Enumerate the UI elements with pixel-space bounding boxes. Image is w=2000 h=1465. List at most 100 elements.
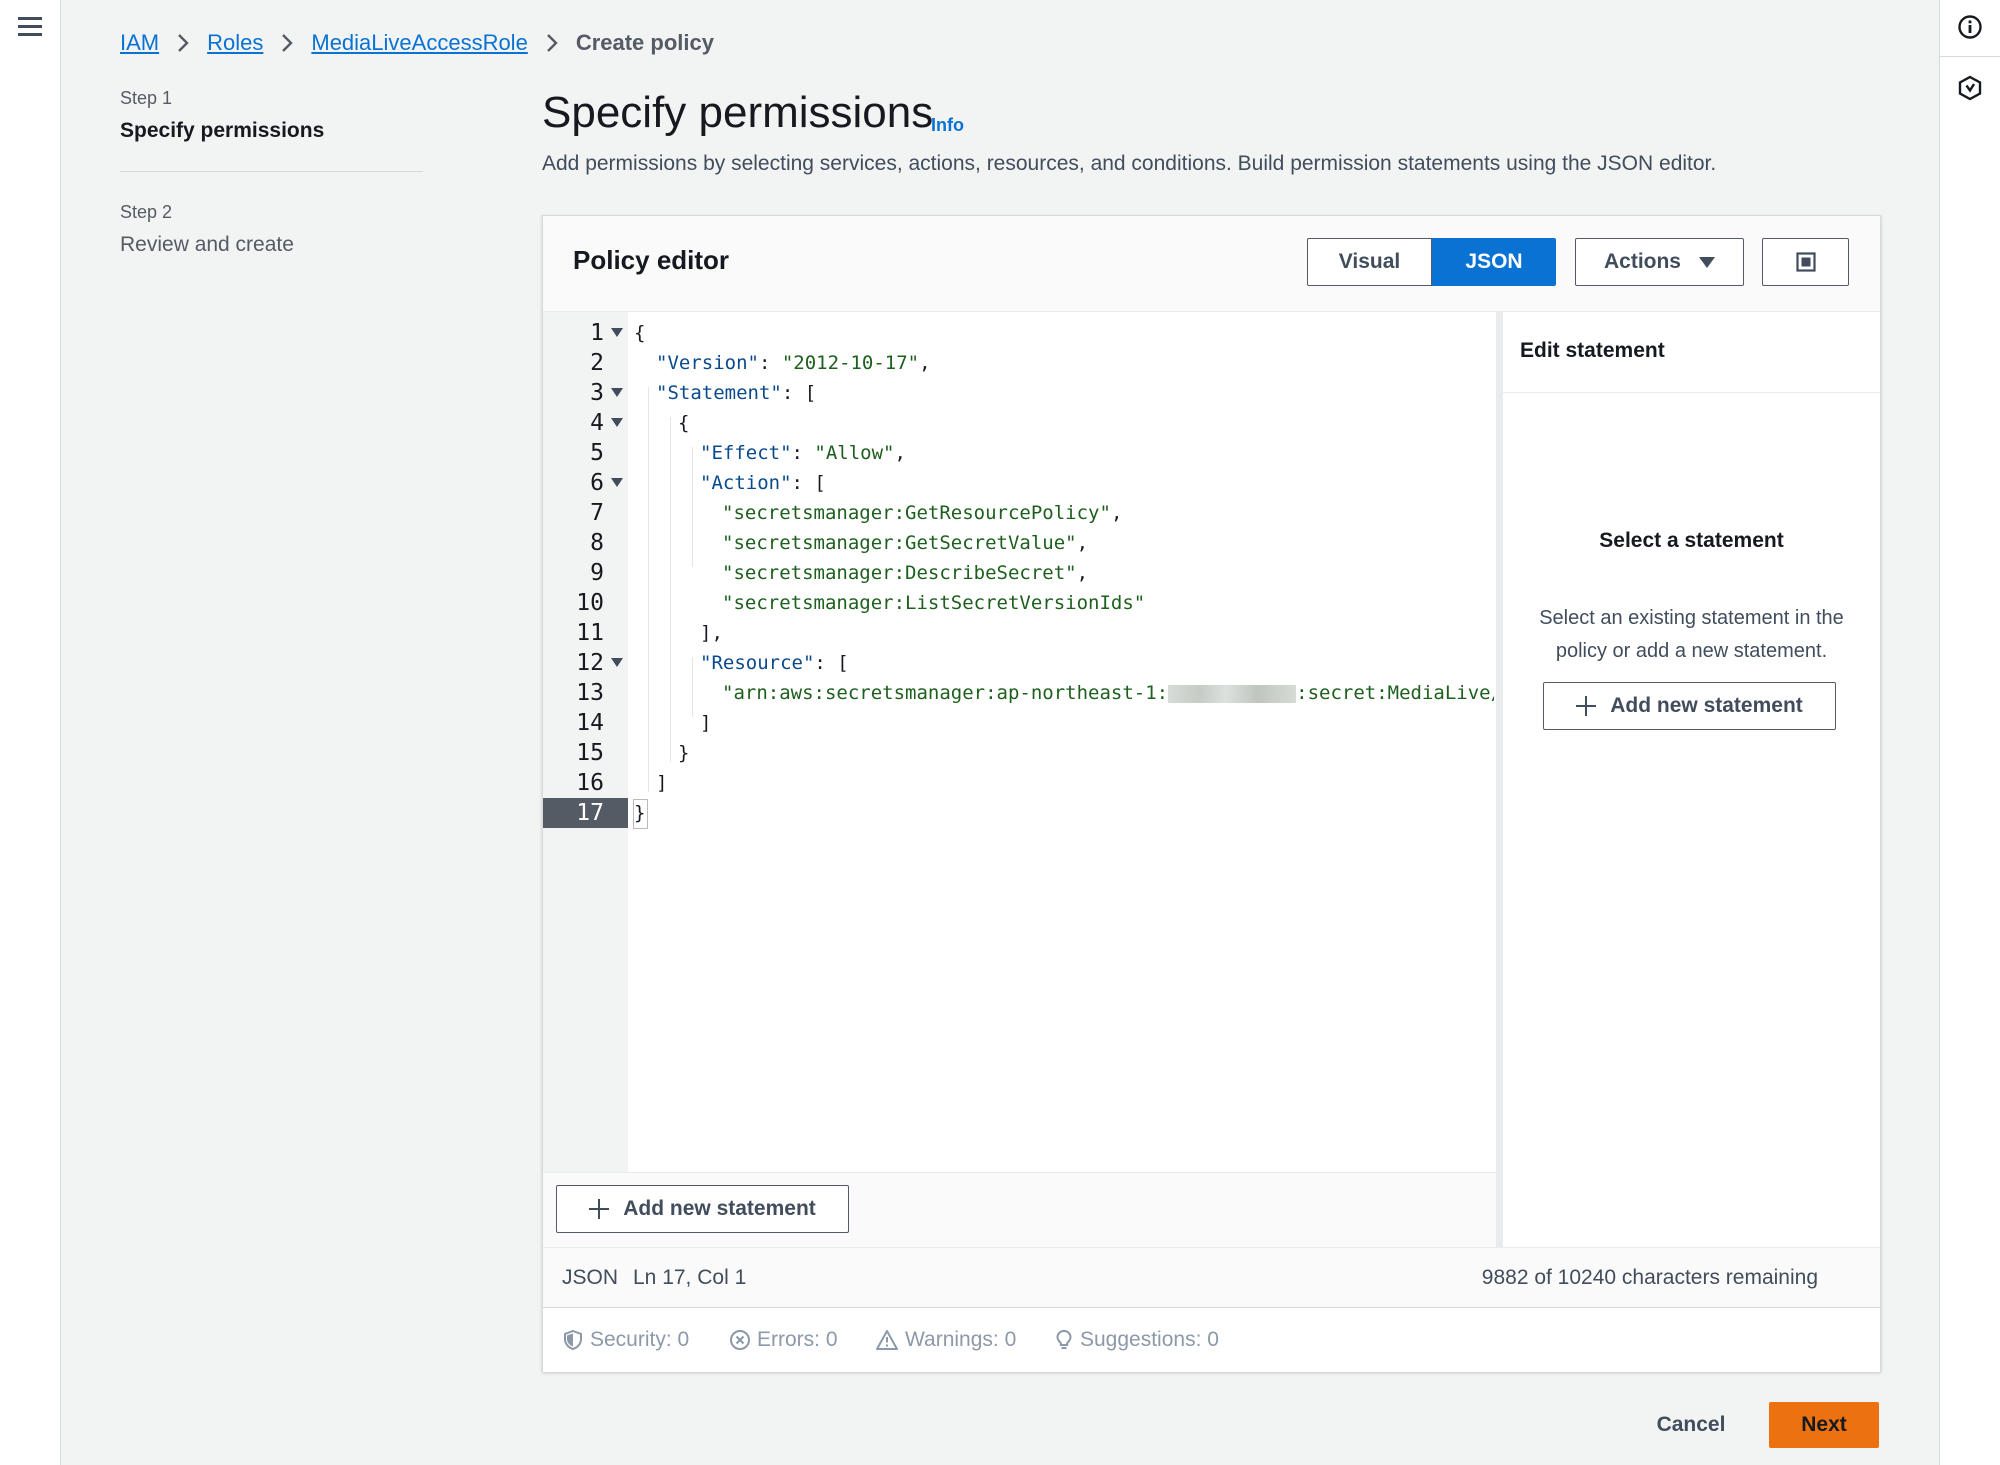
- info-link[interactable]: Info: [931, 115, 964, 136]
- panel-resize-handle[interactable]: [1496, 312, 1503, 1247]
- line-number-text: 11: [576, 620, 604, 646]
- line-number-text: 13: [576, 680, 604, 706]
- policy-editor-card: Policy editor Visual JSON Actions 123456…: [542, 215, 1881, 1372]
- code-line-3: "Statement": [: [656, 382, 817, 404]
- side-add-new-statement-button[interactable]: Add new statement: [1543, 682, 1836, 730]
- line-number-text: 10: [576, 590, 604, 616]
- suggestions-findings[interactable]: Suggestions: 0: [1054, 1328, 1219, 1352]
- select-statement-title: Select a statement: [1599, 529, 1784, 552]
- line-number-text: 7: [590, 500, 604, 526]
- line-number-text: 9: [590, 560, 604, 586]
- lightbulb-icon: [1056, 1329, 1072, 1349]
- fold-caret-icon[interactable]: [611, 388, 623, 397]
- errors-count: Errors: 0: [757, 1328, 838, 1351]
- indent-guide: [670, 417, 671, 762]
- line-number-text: 5: [590, 440, 604, 466]
- fullscreen-icon: [1795, 252, 1816, 272]
- chevron-right-icon: [546, 34, 558, 52]
- edit-statement-header: Edit statement: [1503, 312, 1880, 393]
- code-line-16: ]: [656, 772, 668, 794]
- code-line-9: "secretsmanager:DescribeSecret",: [722, 562, 1089, 584]
- warning-triangle-icon: [876, 1330, 898, 1350]
- breadcrumb: IAM Roles MediaLiveAccessRole Create pol…: [120, 26, 714, 60]
- code-line-14: ]: [700, 712, 712, 734]
- json-mode-button[interactable]: JSON: [1432, 238, 1556, 286]
- policy-editor-header: Policy editor Visual JSON Actions: [543, 216, 1880, 312]
- line-number: 6: [543, 468, 628, 498]
- breadcrumb-roles[interactable]: Roles: [207, 30, 263, 56]
- fold-caret-icon[interactable]: [611, 418, 623, 427]
- code-line-10: "secretsmanager:ListSecretVersionIds": [722, 592, 1146, 614]
- code-content[interactable]: { "Version": "2012-10-17", "Statement": …: [628, 312, 1494, 1172]
- fold-caret-icon[interactable]: [611, 658, 623, 667]
- text-cursor: [633, 799, 648, 829]
- code-line-11: ],: [700, 622, 723, 644]
- code-line-1: {: [634, 322, 646, 344]
- app-root: IAM Roles MediaLiveAccessRole Create pol…: [0, 0, 2000, 1465]
- step-2-title[interactable]: Review and create: [120, 233, 423, 257]
- security-findings[interactable]: Security: 0: [562, 1328, 689, 1352]
- json-code-editor[interactable]: 1 2 3 4 5 6 7 8 9 10 11 12 13 14 15 16 17 { "Version": "…: [543, 312, 1496, 1172]
- line-number: 16: [543, 768, 628, 798]
- visual-mode-button[interactable]: Visual: [1307, 238, 1432, 286]
- editor-mode-toggle: Visual JSON: [1307, 238, 1556, 286]
- chevron-right-icon: [178, 34, 189, 52]
- line-number-text: 12: [576, 650, 604, 676]
- left-navigation-rail: [0, 0, 61, 1465]
- line-number: 14: [543, 708, 628, 738]
- cancel-button[interactable]: Cancel: [1631, 1402, 1751, 1448]
- security-count: Security: 0: [590, 1328, 690, 1351]
- code-line-13: "arn:aws:secretsmanager:ap-northeast-1::…: [722, 682, 1494, 704]
- code-line-6: "Action": [: [700, 472, 826, 494]
- line-number: 10: [543, 588, 628, 618]
- breadcrumb-role[interactable]: MediaLiveAccessRole: [311, 30, 527, 56]
- select-statement-description: Select an existing statement in the poli…: [1539, 607, 1844, 662]
- line-number: 8: [543, 528, 628, 558]
- menu-icon[interactable]: [18, 14, 42, 36]
- breadcrumb-iam[interactable]: IAM: [120, 30, 159, 56]
- indent-guide: [692, 657, 693, 717]
- characters-remaining: 9882 of 10240 characters remaining: [1481, 1266, 1818, 1289]
- fold-caret-icon[interactable]: [611, 328, 623, 337]
- line-number: 3: [543, 378, 628, 408]
- page-description: Add permissions by selecting services, a…: [542, 152, 1717, 175]
- rail-divider: [1940, 56, 2000, 57]
- fullscreen-button[interactable]: [1762, 238, 1849, 286]
- line-number-text: 1: [590, 320, 604, 346]
- code-line-7: "secretsmanager:GetResourcePolicy",: [722, 502, 1123, 524]
- wizard-steps: Step 1 Specify permissions Step 2 Review…: [120, 88, 423, 257]
- code-line-8: "secretsmanager:GetSecretValue",: [722, 532, 1089, 554]
- side-add-new-statement-label: Add new statement: [1610, 694, 1803, 717]
- add-statement-row: Add new statement: [543, 1172, 1496, 1248]
- actions-label: Actions: [1603, 250, 1681, 273]
- hexagon-help-icon[interactable]: [1957, 75, 1983, 101]
- info-circle-icon[interactable]: [1957, 14, 1983, 40]
- indent-guide: [648, 387, 649, 792]
- redacted-account-id: [1168, 684, 1297, 703]
- line-number: 13: [543, 678, 628, 708]
- step-1-title: Specify permissions: [120, 119, 325, 142]
- code-line-5: "Effect": "Allow",: [700, 442, 906, 464]
- actions-dropdown-button[interactable]: Actions: [1575, 238, 1744, 286]
- line-number-text: 2: [590, 350, 604, 376]
- add-new-statement-button[interactable]: Add new statement: [556, 1185, 849, 1233]
- edit-statement-title: Edit statement: [1520, 339, 1665, 362]
- warnings-findings[interactable]: Warnings: 0: [875, 1328, 1016, 1352]
- line-number: 7: [543, 498, 628, 528]
- cursor-position: Ln 17, Col 1: [633, 1266, 747, 1289]
- step-divider: [120, 171, 423, 172]
- add-new-statement-label: Add new statement: [623, 1197, 816, 1220]
- suggestions-count: Suggestions: 0: [1080, 1328, 1219, 1351]
- line-number-text: 17: [576, 800, 604, 826]
- line-number-text: 6: [590, 470, 604, 496]
- next-button[interactable]: Next: [1769, 1402, 1879, 1448]
- fold-caret-icon[interactable]: [611, 478, 623, 487]
- errors-findings[interactable]: Errors: 0: [729, 1328, 838, 1352]
- editor-status-bar: JSON Ln 17, Col 1 9882 of 10240 characte…: [543, 1247, 1880, 1308]
- edit-statement-panel: Edit statement Select a statement Select…: [1503, 312, 1880, 1247]
- chevron-right-icon: [282, 34, 294, 52]
- step-2-label: Step 2: [120, 202, 173, 222]
- page-title: Specify permissions: [542, 88, 934, 137]
- warnings-count: Warnings: 0: [905, 1328, 1017, 1351]
- breadcrumb-current: Create policy: [575, 30, 714, 55]
